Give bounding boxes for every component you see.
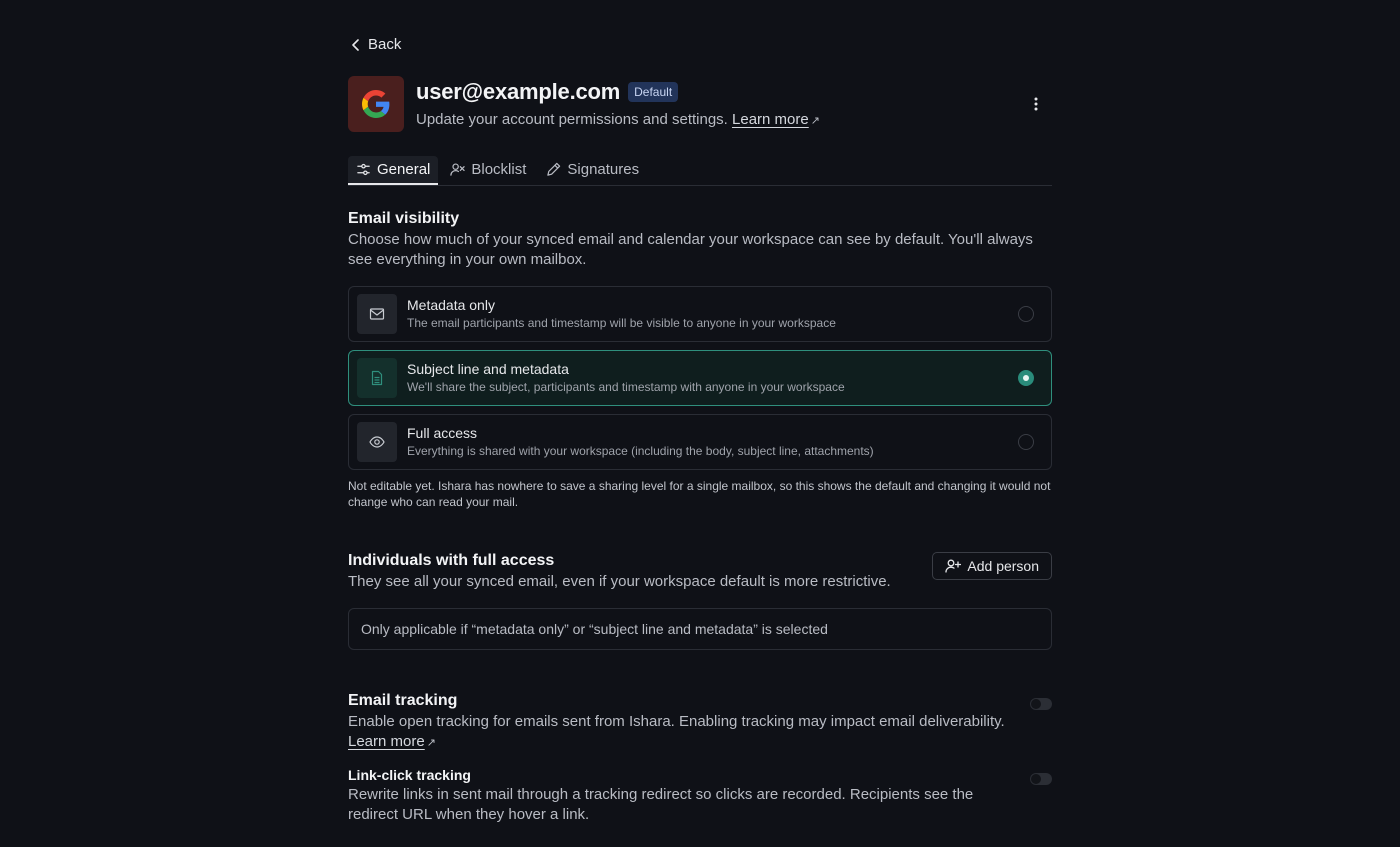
option-text: Metadata only The email participants and…	[407, 297, 1018, 330]
tab-signatures[interactable]: Signatures	[538, 156, 647, 184]
external-link-icon: ↗	[426, 736, 436, 749]
default-badge: Default	[628, 82, 679, 102]
email-tracking-description: Enable open tracking for emails sent fro…	[348, 712, 1018, 753]
option-icon-box	[357, 421, 397, 462]
account-email-title: user@example.com	[416, 79, 621, 104]
back-label: Back	[368, 36, 402, 53]
tab-general-label: General	[377, 160, 431, 178]
link-click-toggle[interactable]	[1030, 772, 1052, 785]
account-header: user@example.com Default Update your acc…	[348, 75, 1052, 132]
option-description: Everything is shared with your workspace…	[407, 444, 874, 458]
individuals-description: They see all your synced email, even if …	[348, 572, 891, 590]
visibility-options: Metadata only The email participants and…	[348, 285, 1052, 470]
settings-tabs: General Blocklist Signatures	[348, 155, 1052, 186]
account-settings-page: Back user@example.com Default Update you…	[348, 0, 1052, 825]
link-click-text: Link-click tracking Rewrite links in sen…	[348, 767, 1018, 825]
option-description: The email participants and timestamp wil…	[407, 316, 836, 330]
tab-signatures-label: Signatures	[567, 161, 640, 178]
not-editable-note: Not editable yet. Ishara has nowhere to …	[348, 478, 1051, 509]
back-button[interactable]: Back	[350, 36, 401, 53]
google-icon	[362, 89, 390, 118]
vertical-dots-icon	[1034, 97, 1038, 110]
subtitle-text: Update your account permissions and sett…	[416, 111, 728, 128]
email-visibility-title: Email visibility	[348, 209, 460, 227]
tab-blocklist[interactable]: Blocklist	[442, 156, 534, 184]
email-tracking-title: Email tracking	[348, 691, 458, 709]
option-icon-box	[357, 357, 397, 398]
option-text: Subject line and metadata We'll share th…	[407, 361, 1018, 394]
option-metadata-only[interactable]: Metadata only The email participants and…	[348, 285, 1052, 342]
option-subject-and-metadata[interactable]: Subject line and metadata We'll share th…	[348, 349, 1052, 406]
document-icon	[371, 370, 383, 385]
individuals-title: Individuals with full access	[348, 551, 555, 569]
tab-general[interactable]: General	[348, 155, 439, 185]
sliders-icon	[357, 163, 370, 175]
option-description: We'll share the subject, participants an…	[407, 380, 845, 394]
email-tracking-toggle[interactable]	[1030, 697, 1052, 710]
link-click-title: Link-click tracking	[348, 766, 471, 783]
email-tracking-text: Email tracking Enable open tracking for …	[348, 692, 1018, 753]
option-text: Full access Everything is shared with yo…	[407, 425, 1018, 458]
chevron-left-icon	[352, 38, 359, 51]
user-block-icon	[450, 163, 466, 176]
individuals-text: Individuals with full access They see al…	[348, 552, 891, 592]
google-logo	[348, 75, 404, 132]
tracking-learn-more-link[interactable]: Learn more	[348, 733, 425, 750]
email-visibility-section: Email visibility Choose how much of your…	[348, 210, 1052, 510]
tab-blocklist-label: Blocklist	[471, 161, 527, 178]
learn-more-link[interactable]: Learn more	[732, 111, 809, 128]
add-person-button[interactable]: Add person	[932, 551, 1052, 580]
option-label: Metadata only	[407, 297, 495, 313]
external-link-icon: ↗	[810, 115, 820, 127]
option-full-access[interactable]: Full access Everything is shared with yo…	[348, 413, 1052, 470]
option-label: Subject line and metadata	[407, 361, 569, 377]
eye-icon	[369, 435, 385, 448]
title-row: user@example.com Default	[416, 79, 1024, 105]
mail-icon	[369, 307, 385, 320]
radio-subject-and-metadata[interactable]	[1018, 369, 1034, 386]
option-icon-box	[357, 293, 397, 334]
radio-metadata-only[interactable]	[1018, 305, 1034, 322]
email-visibility-description: Choose how much of your synced email and…	[348, 230, 1033, 268]
header-subtitle: Update your account permissions and sett…	[416, 111, 1024, 128]
header-text: user@example.com Default Update your acc…	[416, 79, 1024, 128]
link-click-tracking-setting: Link-click tracking Rewrite links in sen…	[348, 767, 1052, 825]
radio-full-access[interactable]	[1018, 433, 1034, 450]
email-tracking-desc-text: Enable open tracking for emails sent fro…	[348, 712, 1005, 730]
add-person-label: Add person	[967, 557, 1039, 574]
more-options-button[interactable]	[1024, 92, 1048, 116]
pen-icon	[547, 162, 561, 176]
option-label: Full access	[407, 425, 478, 441]
user-plus-icon	[945, 559, 962, 573]
individuals-section-header: Individuals with full access They see al…	[348, 551, 1052, 592]
link-click-description: Rewrite links in sent mail through a tra…	[348, 785, 974, 823]
individuals-empty-state: Only applicable if “metadata only” or “s…	[348, 607, 1052, 650]
email-tracking-setting: Email tracking Enable open tracking for …	[348, 692, 1052, 753]
